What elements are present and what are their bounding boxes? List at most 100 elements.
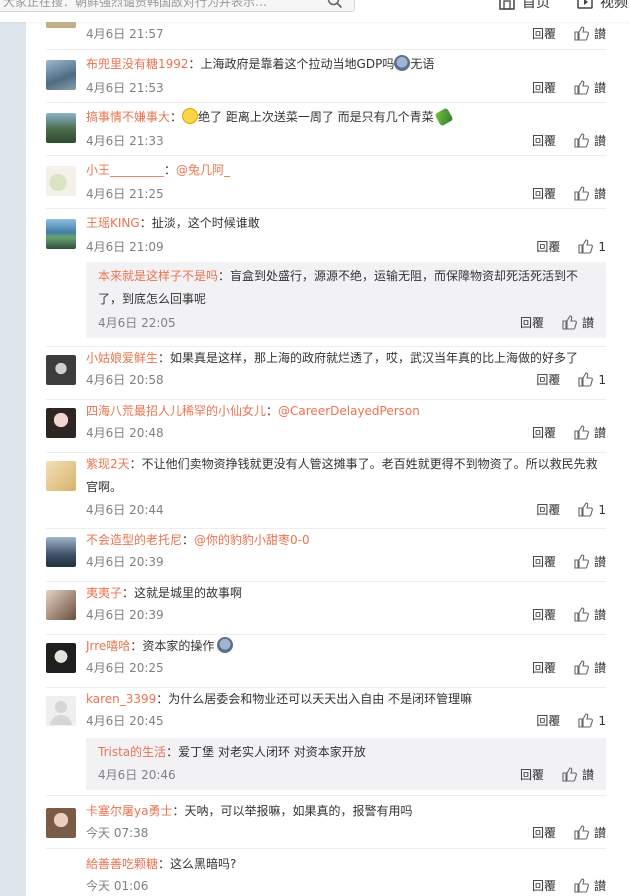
mention-link[interactable]: @兔几阿_	[176, 163, 230, 177]
reply-button[interactable]: 回覆	[532, 185, 556, 202]
home-icon	[499, 0, 515, 10]
like-button[interactable]: 讃	[594, 553, 606, 570]
comment-item: 不会造型的老托尼：@你的豹豹小甜枣0-0 4月6日 20:39 回覆 讃	[46, 529, 606, 582]
like-button[interactable]: 讃	[594, 659, 606, 676]
comment-time: 4月6日 21:25	[86, 187, 164, 201]
avatar[interactable]	[46, 408, 76, 438]
like-button[interactable]: 讃	[594, 25, 606, 42]
like-icon[interactable]	[574, 660, 589, 675]
reply-button[interactable]: 回覆	[532, 606, 556, 623]
sub-reply: 本来就是这样子不是吗：盲盒到处盛行，源源不绝，运输无阻，而保障物资却死活死活到不…	[86, 262, 606, 338]
comment-text: ：资本家的操作	[130, 639, 215, 653]
like-icon[interactable]	[574, 607, 589, 622]
shocked-face-icon	[217, 637, 234, 653]
comment-username[interactable]: 小姑娘爱鲜生	[86, 351, 158, 365]
reply-button[interactable]: 回覆	[520, 766, 544, 783]
like-icon[interactable]	[574, 80, 589, 95]
subreply-username[interactable]: Trista的生活	[98, 745, 166, 759]
reply-button[interactable]: 回覆	[532, 659, 556, 676]
reply-button[interactable]: 回覆	[520, 314, 544, 331]
search-icon[interactable]	[326, 0, 344, 10]
like-button[interactable]: 讃	[594, 824, 606, 841]
comment-username[interactable]: 紫现2天	[86, 457, 130, 471]
nav-home[interactable]: 首页	[498, 0, 550, 12]
avatar[interactable]	[46, 808, 76, 838]
like-icon[interactable]	[574, 26, 589, 41]
avatar[interactable]	[46, 461, 76, 491]
like-button[interactable]: 讃	[594, 185, 606, 202]
comment-username[interactable]: 小王_________	[86, 163, 164, 177]
like-icon[interactable]	[578, 502, 594, 517]
subreply-username[interactable]: 本来就是这样子不是吗	[98, 269, 218, 283]
comment-username[interactable]: 給善善吃颗糖	[86, 857, 158, 871]
comment-username[interactable]: 搞事情不嫌事大	[86, 110, 170, 124]
reply-button[interactable]: 回覆	[532, 824, 556, 841]
reply-button[interactable]: 回覆	[536, 501, 560, 518]
comment-username[interactable]: Jrre嘻哈	[86, 639, 130, 653]
vegetable-icon	[434, 107, 454, 127]
like-button[interactable]: 讃	[582, 314, 594, 331]
comment-item: 布兜里没有糖1992：上海政府是靠着这个拉动当地GDP吗 无语 4月6日 21:5…	[46, 50, 606, 103]
like-icon[interactable]	[574, 425, 589, 440]
comment-time: 4月6日 21:57	[86, 27, 164, 41]
comment-text: ：	[170, 110, 183, 124]
comment-username[interactable]: 四海八荒最招人儿稀罕的小仙女儿	[86, 404, 266, 418]
like-button[interactable]: 讃	[582, 766, 594, 783]
like-icon[interactable]	[574, 554, 589, 569]
avatar[interactable]	[46, 696, 76, 726]
like-count[interactable]: 1	[598, 714, 606, 728]
search-input[interactable]: 大家正在搜：朝鲜强烈谴责韩国敌对行为并表示…	[0, 0, 355, 12]
like-button[interactable]: 讃	[594, 132, 606, 149]
reply-button[interactable]: 回覆	[536, 371, 560, 388]
like-icon[interactable]	[574, 186, 589, 201]
reply-button[interactable]: 回覆	[532, 25, 556, 42]
comment-username[interactable]: karen_3399	[86, 692, 156, 706]
like-icon[interactable]	[578, 713, 594, 728]
comment-username[interactable]: 夷夷子	[86, 586, 122, 600]
like-count[interactable]: 1	[598, 503, 606, 517]
like-count[interactable]: 1	[598, 373, 606, 387]
like-icon[interactable]	[578, 239, 594, 254]
comment-item: 紫现2天：不让他们卖物资挣钱就更没有人管这摊事了。老百姓就更得不到物资了。所以救…	[46, 453, 606, 529]
reply-button[interactable]: 回覆	[532, 132, 556, 149]
like-icon[interactable]	[562, 767, 577, 782]
like-button[interactable]: 讃	[594, 424, 606, 441]
comment-username[interactable]: 不会造型的老托尼	[86, 533, 182, 547]
avatar[interactable]	[46, 355, 76, 385]
nav-video[interactable]: 视频	[576, 0, 628, 12]
reply-button[interactable]: 回覆	[536, 712, 560, 729]
like-count[interactable]: 1	[598, 240, 606, 254]
search-placeholder: 大家正在搜：朝鲜强烈谴责韩国敌对行为并表示…	[3, 0, 268, 9]
avatar[interactable]	[46, 590, 76, 620]
avatar[interactable]	[46, 537, 76, 567]
avatar[interactable]	[46, 219, 76, 249]
like-button[interactable]: 讃	[594, 877, 606, 894]
reply-button[interactable]: 回覆	[532, 877, 556, 894]
like-icon[interactable]	[574, 133, 589, 148]
comment-text: ：天呐，可以举报嘛，如果真的，报警有用吗	[172, 804, 413, 818]
reply-button[interactable]: 回覆	[532, 79, 556, 96]
like-button[interactable]: 讃	[594, 79, 606, 96]
avatar[interactable]	[46, 643, 76, 673]
like-icon[interactable]	[574, 878, 589, 893]
avatar[interactable]	[46, 60, 76, 90]
mention-link[interactable]: @CareerDelayedPerson	[278, 404, 420, 418]
like-icon[interactable]	[578, 372, 594, 387]
comment-username[interactable]: 王瑶KING	[86, 216, 140, 230]
like-icon[interactable]	[562, 315, 577, 330]
avatar[interactable]	[46, 166, 76, 196]
subreply-time: 4月6日 20:46	[98, 768, 176, 782]
comment-username[interactable]: 布兜里没有糖1992	[86, 57, 189, 71]
like-button[interactable]: 讃	[594, 606, 606, 623]
comment-item: 四海八荒最招人儿稀罕的小仙女儿：@CareerDelayedPerson 4月6…	[46, 400, 606, 453]
reply-button[interactable]: 回覆	[532, 424, 556, 441]
mention-link[interactable]: @你的豹豹小甜枣0-0	[194, 533, 310, 547]
comment-username[interactable]: 卡塞尔屠ya勇士	[86, 804, 172, 818]
like-icon[interactable]	[574, 825, 589, 840]
comment-time: 今天 01:06	[86, 879, 149, 893]
video-icon	[577, 0, 593, 9]
reply-button[interactable]: 回覆	[536, 238, 560, 255]
reply-button[interactable]: 回覆	[532, 553, 556, 570]
comment-time: 4月6日 20:39	[86, 608, 164, 622]
avatar[interactable]	[46, 113, 76, 143]
